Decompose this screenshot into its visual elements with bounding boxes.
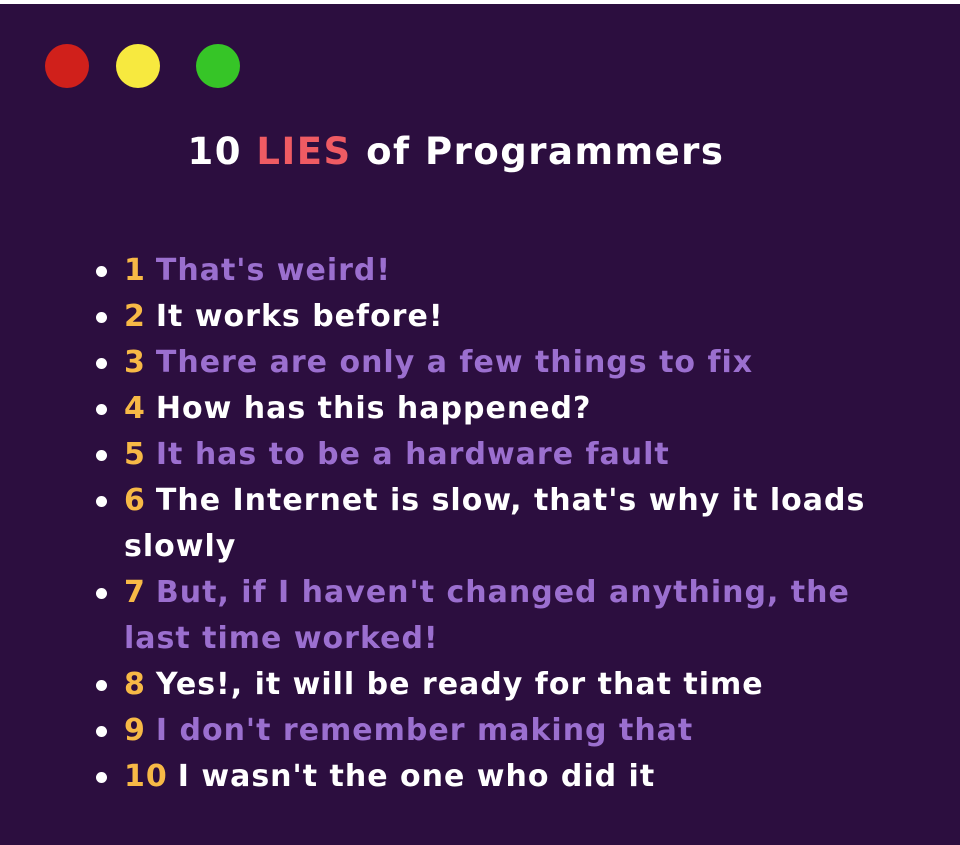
red-dot-icon [45, 44, 89, 88]
list-item: 1 That's weird! [92, 248, 922, 294]
item-text: It works before! [155, 299, 444, 334]
item-text: I don't remember making that [155, 713, 694, 748]
item-number: 3 [124, 345, 146, 380]
item-text: It has to be a hardware fault [155, 437, 670, 472]
item-number: 2 [124, 299, 146, 334]
title-accent: LIES [256, 130, 352, 173]
list-item: 2 It works before! [92, 294, 922, 340]
bullet-icon [96, 496, 107, 507]
item-number: 9 [124, 713, 146, 748]
item-text: I wasn't the one who did it [177, 759, 656, 794]
item-number: 8 [124, 667, 146, 702]
bullet-icon [96, 312, 107, 323]
item-text: The Internet is slow, that's why it load… [124, 483, 866, 564]
lies-card: 10 LIES of Programmers 1 That's weird! 2I… [0, 4, 960, 845]
bullet-icon [96, 726, 107, 737]
list-item: 5 It has to be a hardware fault [92, 432, 922, 478]
item-number: 4 [124, 391, 146, 426]
item-number: 1 [124, 253, 146, 288]
bullet-icon [96, 450, 107, 461]
item-text: How has this happened? [155, 391, 592, 426]
bullet-icon [96, 772, 107, 783]
yellow-dot-icon [116, 44, 160, 88]
list-item: 6 The Internet is slow, that's why it loa… [92, 478, 922, 570]
bullet-icon [96, 404, 107, 415]
item-number: 5 [124, 437, 146, 472]
lies-list: 1 That's weird! 2 It works before! 3 There … [92, 248, 922, 800]
item-text: Yes!, it will be ready for that time [155, 667, 764, 702]
green-dot-icon [196, 44, 240, 88]
item-number: 7 [124, 575, 146, 610]
list-item: 3 There are only a few things to fix [92, 340, 922, 386]
list-item: 10 I wasn't the one who did it [92, 754, 922, 800]
item-text: There are only a few things to fix [155, 345, 754, 380]
item-text: That's weird! [155, 253, 392, 288]
list-item: 9 I don't remember making that [92, 708, 922, 754]
bullet-icon [96, 266, 107, 277]
list-item: 7 But, if I haven't changed anything, the… [92, 570, 922, 662]
page-title: 10 LIES of Programmers [0, 130, 912, 173]
bullet-icon [96, 358, 107, 369]
title-prefix: 10 [187, 130, 257, 173]
bullet-icon [96, 680, 107, 691]
list-item: 8 Yes!, it will be ready for that time [92, 662, 922, 708]
item-number: 6 [124, 483, 146, 518]
title-suffix: of Programmers [351, 130, 725, 173]
list-item: 4 How has this happened? [92, 386, 922, 432]
item-text: But, if I haven't changed anything, the … [124, 575, 850, 656]
item-number: 10 [124, 759, 168, 794]
bullet-icon [96, 588, 107, 599]
